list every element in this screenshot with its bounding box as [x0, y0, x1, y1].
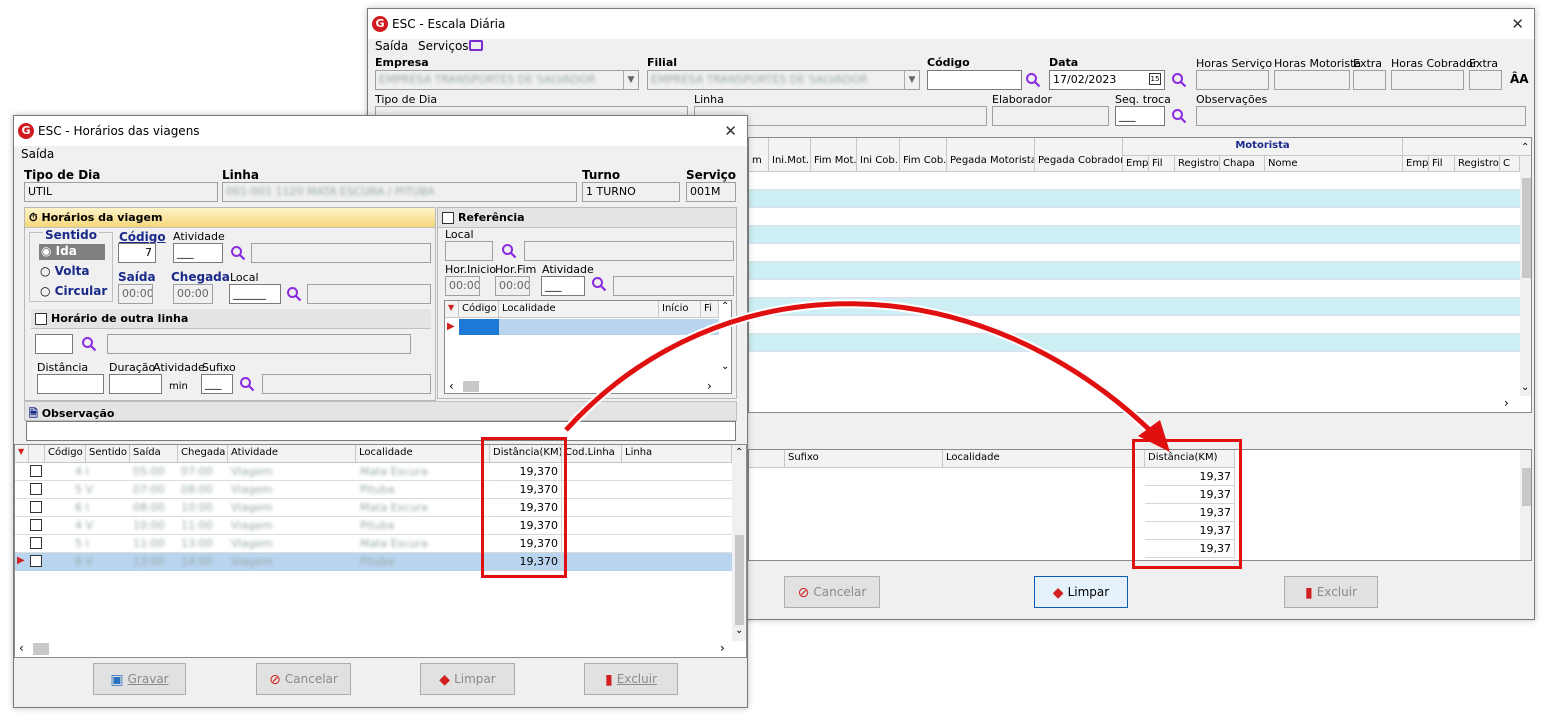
arrow-annotation — [562, 299, 1170, 452]
